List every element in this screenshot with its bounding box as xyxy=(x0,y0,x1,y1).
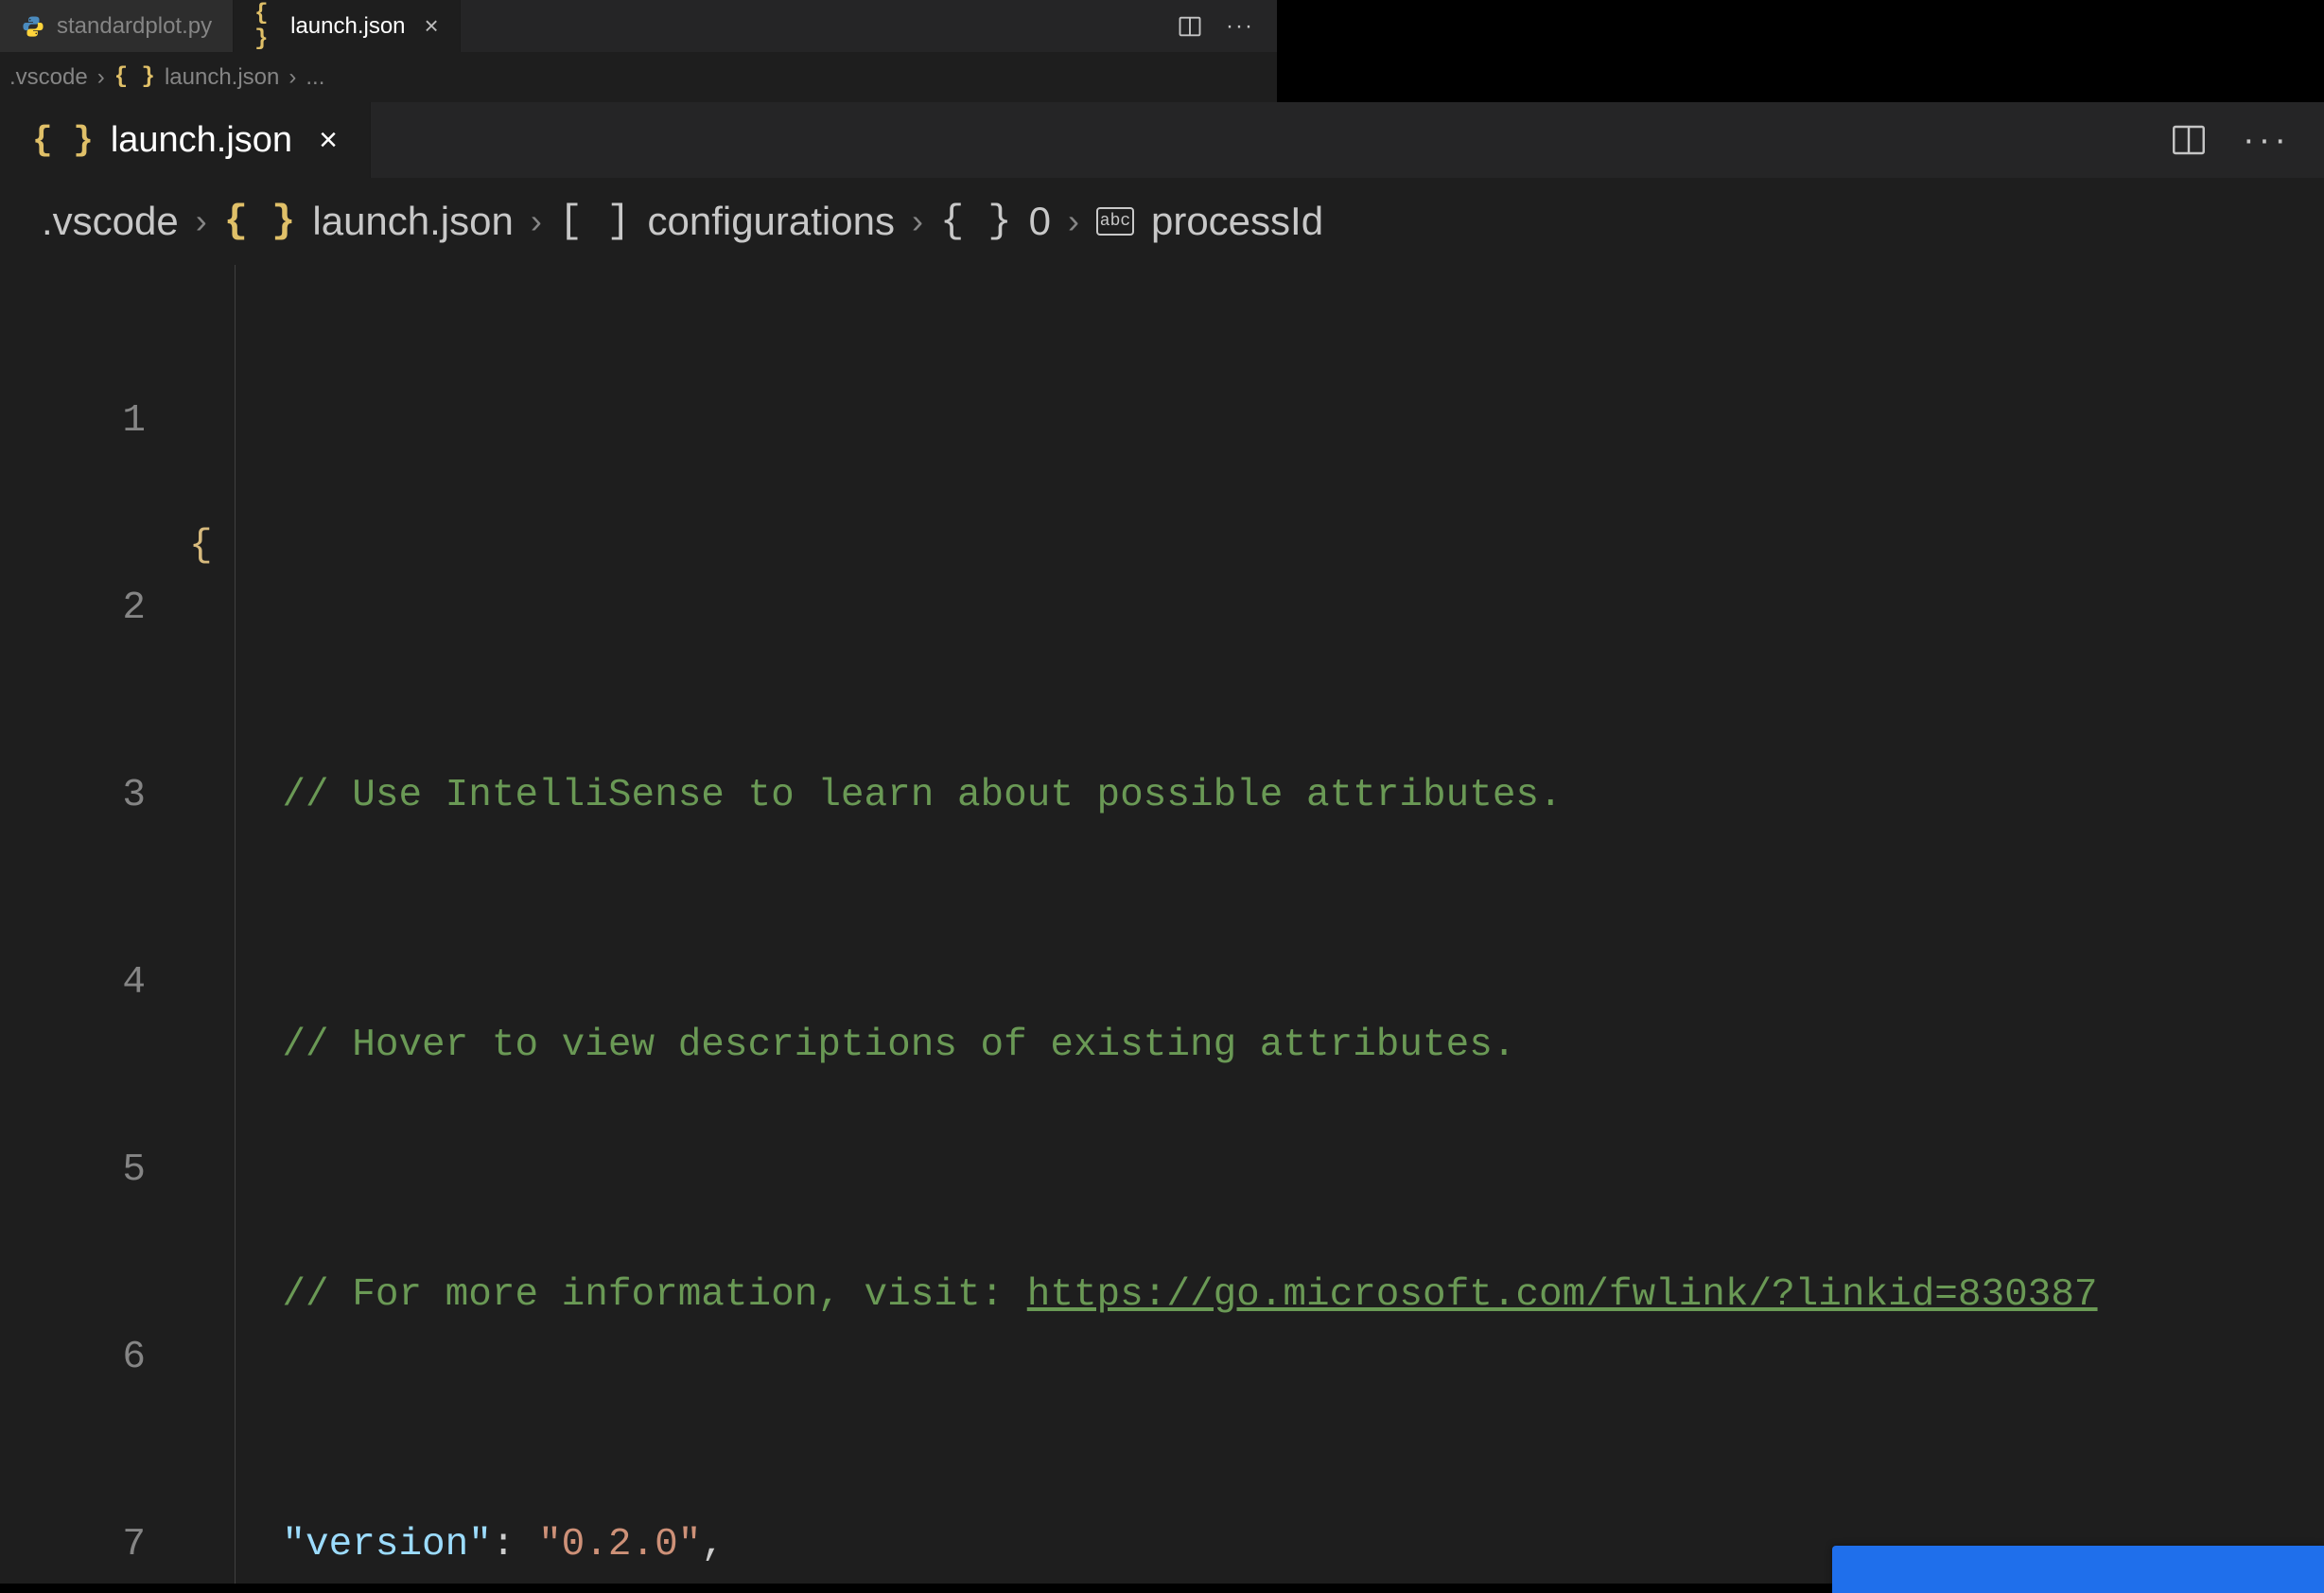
json-icon: { } xyxy=(32,121,94,160)
code-line[interactable]: // Hover to view descriptions of existin… xyxy=(189,1014,2324,1077)
tab-bar-actions: ··· xyxy=(1154,0,1277,52)
chevron-right-icon: › xyxy=(196,201,207,241)
breadcrumb-folder[interactable]: .vscode xyxy=(42,199,179,244)
breadcrumb-array[interactable]: configurations xyxy=(647,199,895,244)
line-number: 7 xyxy=(0,1514,146,1576)
close-icon[interactable]: × xyxy=(425,11,439,41)
comment: // Use IntelliSense to learn about possi… xyxy=(282,774,1562,817)
tab-bar-spacer xyxy=(371,102,2135,178)
more-icon[interactable]: ··· xyxy=(2243,120,2290,161)
tab-standardplot[interactable]: standardplot.py xyxy=(0,0,234,52)
code-line[interactable]: { xyxy=(189,515,2324,577)
close-icon[interactable]: × xyxy=(319,122,338,159)
json-key: "version" xyxy=(282,1523,491,1567)
array-icon: [ ] xyxy=(559,199,631,244)
code-area[interactable]: 1 2 3 4 5 6 7 8 9 10 11 12 13 14 15 16 1… xyxy=(0,265,2324,1584)
chevron-right-icon: › xyxy=(912,201,923,241)
split-editor-icon[interactable] xyxy=(1177,13,1203,40)
line-number: 5 xyxy=(0,1139,146,1201)
string-icon: abc xyxy=(1096,207,1134,236)
line-number: 2 xyxy=(0,577,146,639)
more-icon[interactable]: ··· xyxy=(1226,13,1254,40)
line-number: 1 xyxy=(0,390,146,452)
split-editor-icon[interactable] xyxy=(2169,120,2209,160)
tab-label: launch.json xyxy=(290,13,405,40)
line-number: 6 xyxy=(0,1326,146,1389)
code-line[interactable]: // Use IntelliSense to learn about possi… xyxy=(189,764,2324,827)
breadcrumb-index[interactable]: 0 xyxy=(1029,199,1051,244)
code-lines[interactable]: { // Use IntelliSense to learn about pos… xyxy=(189,265,2324,1584)
code-line[interactable]: // For more information, visit: https://… xyxy=(189,1264,2324,1326)
inner-breadcrumb: .vscode › { } launch.json › [ ] configur… xyxy=(0,178,2324,265)
comment-link[interactable]: https://go.microsoft.com/fwlink/?linkid=… xyxy=(1027,1273,2098,1317)
breadcrumb-leaf[interactable]: processId xyxy=(1151,199,1323,244)
json-icon: { } xyxy=(224,199,296,244)
breadcrumb-file[interactable]: launch.json xyxy=(312,199,513,244)
chevron-right-icon: › xyxy=(1068,201,1079,241)
tab-label: standardplot.py xyxy=(57,13,212,40)
json-icon: { } xyxy=(114,64,155,90)
json-icon: { } xyxy=(254,14,279,39)
main-tab-launch-json[interactable]: { } launch.json × xyxy=(0,102,371,178)
line-number: 3 xyxy=(0,764,146,827)
breadcrumb-more[interactable]: ... xyxy=(306,64,324,91)
main-tab-actions: ··· xyxy=(2135,102,2324,178)
chevron-right-icon: › xyxy=(531,201,542,241)
chevron-right-icon: › xyxy=(97,64,105,91)
outer-tab-bar: standardplot.py { } launch.json × ··· xyxy=(0,0,1277,52)
breadcrumb-file[interactable]: launch.json xyxy=(165,64,279,91)
outer-breadcrumb: .vscode › { } launch.json › ... xyxy=(0,52,1277,102)
inner-tab-bar: { } launch.json × ··· xyxy=(0,102,2324,178)
line-number-gutter: 1 2 3 4 5 6 7 8 9 10 11 12 13 14 15 16 1… xyxy=(0,265,189,1584)
tab-launch-json[interactable]: { } launch.json × xyxy=(234,0,461,52)
object-icon: { } xyxy=(940,199,1012,244)
comment: // Hover to view descriptions of existin… xyxy=(282,1024,1515,1067)
tab-bar-spacer xyxy=(461,0,1154,52)
main-tab-label: launch.json xyxy=(111,120,292,161)
python-icon xyxy=(21,14,45,39)
comment: // For more information, visit: xyxy=(282,1273,1026,1317)
notification-strip[interactable] xyxy=(1832,1546,2324,1593)
chevron-right-icon: › xyxy=(288,64,296,91)
editor-pane: { } launch.json × ··· .vscode › { } laun… xyxy=(0,102,2324,1584)
breadcrumb-folder[interactable]: .vscode xyxy=(9,64,88,91)
line-number: 4 xyxy=(0,952,146,1014)
json-string: "0.2.0" xyxy=(538,1523,701,1567)
